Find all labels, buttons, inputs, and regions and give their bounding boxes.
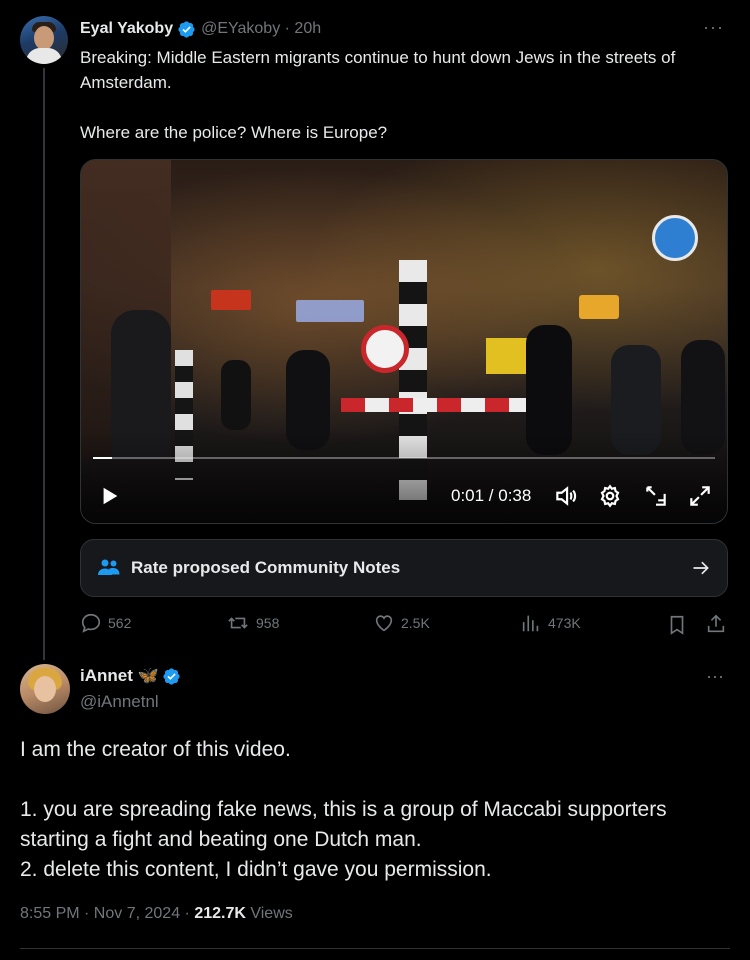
like-button[interactable]: 2.5K <box>373 612 430 634</box>
reply-para3: 2. delete this content, I didn’t gave yo… <box>20 858 492 881</box>
video-round-sign <box>652 215 698 261</box>
tweet-header: Eyal Yakoby @EYakoby · 20h <box>80 17 720 41</box>
pip-icon[interactable] <box>643 483 669 509</box>
video-player[interactable]: 0:01 / 0:38 <box>80 159 728 524</box>
settings-icon[interactable] <box>597 483 623 509</box>
volume-icon[interactable] <box>553 483 579 509</box>
views-count: 473K <box>548 615 581 631</box>
thread-line <box>43 68 45 660</box>
video-red-sign <box>211 290 251 310</box>
bookmark-icon[interactable] <box>666 614 688 636</box>
play-icon[interactable] <box>99 485 121 507</box>
butterfly-emoji: 🦋 <box>137 666 160 685</box>
tweet-actions: 562 958 2.5K 473K <box>80 612 728 638</box>
reply-meta: 8:55 PM · Nov 7, 2024 · 212.7K Views <box>20 905 293 923</box>
video-person-2 <box>221 360 251 430</box>
author-name[interactable]: Eyal Yakoby <box>80 20 173 38</box>
repost-count: 958 <box>256 615 280 631</box>
views-icon <box>522 615 539 632</box>
reply-text: I am the creator of this video. 1. you a… <box>20 735 730 885</box>
fullscreen-icon[interactable] <box>687 483 713 509</box>
arrow-right-icon <box>693 561 709 575</box>
video-traffic-sign <box>361 325 409 373</box>
like-count: 2.5K <box>401 615 430 631</box>
reply-views-label: Views <box>245 905 293 922</box>
share-icon[interactable] <box>705 613 727 635</box>
video-controls-shade <box>81 430 727 523</box>
reply-button[interactable]: 562 <box>80 612 131 634</box>
reply-count: 562 <box>108 615 132 631</box>
video-blue-light <box>296 300 364 322</box>
video-progress-fill <box>93 457 112 459</box>
video-yellow-sign <box>579 295 619 319</box>
reply-views-count: 212.7K <box>194 905 246 922</box>
divider <box>20 948 730 949</box>
more-icon[interactable]: ··· <box>706 666 724 687</box>
tweet-text: Breaking: Middle Eastern migrants contin… <box>80 45 730 145</box>
views-button[interactable]: 473K <box>520 612 581 634</box>
reply-icon <box>81 613 101 633</box>
reply-timestamp[interactable]: 8:55 PM · Nov 7, 2024 · <box>20 905 194 922</box>
avatar-iannet[interactable] <box>20 664 70 714</box>
author-handle[interactable]: @EYakoby · 20h <box>201 20 321 38</box>
community-notes-button[interactable]: Rate proposed Community Notes <box>80 539 728 597</box>
community-notes-icon <box>98 559 120 575</box>
community-notes-label: Rate proposed Community Notes <box>131 558 401 577</box>
reply-para2: 1. you are spreading fake news, this is … <box>20 798 667 851</box>
repost-icon <box>228 617 248 629</box>
video-barrier <box>341 398 531 412</box>
reply-author-handle[interactable]: @iAnnetnl <box>80 692 159 712</box>
tweet-text-line2: Where are the police? Where is Europe? <box>80 123 388 142</box>
video-scrubber[interactable] <box>93 457 715 459</box>
video-time: 0:01 / 0:38 <box>451 486 532 505</box>
reply-header: iAnnet 🦋 <box>80 666 181 686</box>
tweet-text-line1: Breaking: Middle Eastern migrants contin… <box>80 48 676 92</box>
reply-para1: I am the creator of this video. <box>20 738 291 761</box>
avatar-eyal[interactable] <box>20 16 68 64</box>
verified-badge-icon <box>178 20 195 38</box>
more-icon[interactable]: ··· <box>703 17 724 38</box>
reply-author-name[interactable]: iAnnet <box>80 666 133 686</box>
repost-button[interactable]: 958 <box>226 612 279 634</box>
verified-badge-icon <box>163 667 180 685</box>
like-icon <box>375 615 393 632</box>
